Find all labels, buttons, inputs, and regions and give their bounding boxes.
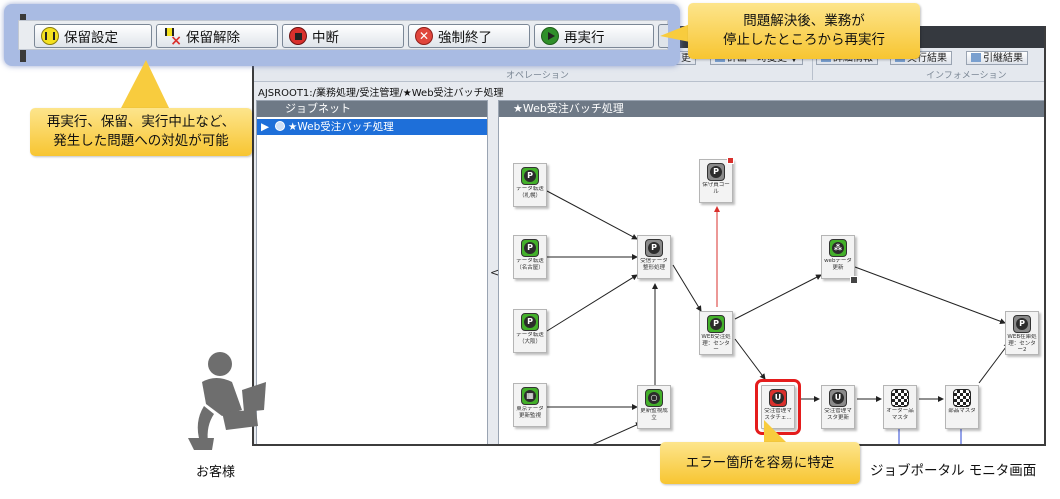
- callout-error-identify: エラー箇所を容易に特定: [660, 442, 860, 484]
- callout-rerun: 問題解決後、業務が 停止したところから再実行: [688, 3, 920, 59]
- callout-operations: 再実行、保留、実行中止など、 発生した問題への対処が可能: [30, 108, 252, 156]
- customer-silhouette-icon: [188, 352, 266, 450]
- callout-left-pointer: [120, 60, 170, 110]
- callout-top-pointer: [660, 24, 690, 42]
- callout-pointers: [120, 24, 790, 446]
- customer-label: お客様: [196, 465, 236, 480]
- monitor-caption: ジョブポータル モニタ画面: [870, 463, 1037, 479]
